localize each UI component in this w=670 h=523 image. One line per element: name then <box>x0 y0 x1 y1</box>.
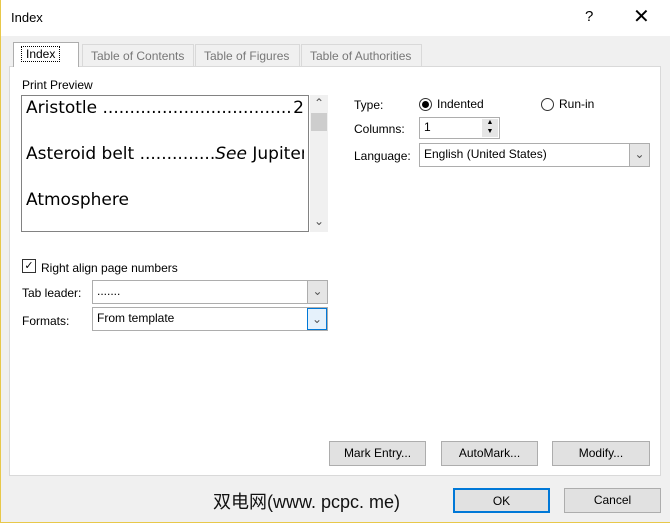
close-button[interactable]: ✕ <box>633 4 650 29</box>
mark-entry-button[interactable]: Mark Entry... <box>329 441 426 466</box>
dialog-title: Index <box>11 10 43 25</box>
language-label: Language: <box>354 149 411 163</box>
language-select[interactable]: English (United States) ⌄ <box>419 143 650 167</box>
ok-button[interactable]: OK <box>453 488 550 513</box>
tab-table-of-contents[interactable]: Table of Contents <box>82 44 194 66</box>
scroll-up-icon[interactable]: ⌃ <box>314 96 324 110</box>
cancel-button[interactable]: Cancel <box>564 488 661 513</box>
right-align-checkbox[interactable]: ✓ <box>22 259 36 273</box>
preview-line: Atmosphere <box>26 190 129 210</box>
title-bar <box>1 0 670 36</box>
scroll-down-icon[interactable]: ⌄ <box>314 214 324 228</box>
scroll-thumb[interactable] <box>311 113 327 131</box>
chevron-down-icon: ⌄ <box>307 281 327 303</box>
tab-index[interactable]: Index <box>13 42 79 67</box>
tab-leader-label: Tab leader: <box>22 286 82 300</box>
columns-stepper[interactable]: 1 ▲ ▼ <box>419 117 500 139</box>
modify-button[interactable]: Modify... <box>552 441 650 466</box>
tab-leader-select[interactable]: ....... ⌄ <box>92 280 328 304</box>
formats-select[interactable]: From template ⌄ <box>92 307 328 331</box>
spin-up-icon[interactable]: ▲ <box>482 119 498 128</box>
tab-table-of-authorities[interactable]: Table of Authorities <box>301 44 422 66</box>
columns-label: Columns: <box>354 122 405 136</box>
radio-run-in[interactable]: Run-in <box>541 97 594 111</box>
tab-label: Index <box>20 46 61 62</box>
print-preview: Aristotle ..............................… <box>21 95 309 232</box>
tab-table-of-figures[interactable]: Table of Figures <box>195 44 300 66</box>
print-preview-label: Print Preview <box>22 78 93 92</box>
radio-icon <box>541 97 554 111</box>
chevron-down-icon: ⌄ <box>629 144 649 166</box>
spin-down-icon[interactable]: ▼ <box>482 128 498 137</box>
radio-indented[interactable]: Indented <box>419 97 484 111</box>
chevron-down-icon: ⌄ <box>307 308 327 330</box>
preview-line: Aristotle ..............................… <box>26 98 304 118</box>
watermark: 双电网(www. pcpc. me) <box>213 492 401 512</box>
right-align-label: Right align page numbers <box>41 261 178 275</box>
automark-button[interactable]: AutoMark... <box>441 441 538 466</box>
preview-line: Asteroid belt .............. See Jupiter <box>26 144 304 164</box>
help-button[interactable]: ? <box>585 8 593 25</box>
radio-icon <box>419 97 432 111</box>
formats-label: Formats: <box>22 314 70 328</box>
type-label: Type: <box>354 98 384 112</box>
